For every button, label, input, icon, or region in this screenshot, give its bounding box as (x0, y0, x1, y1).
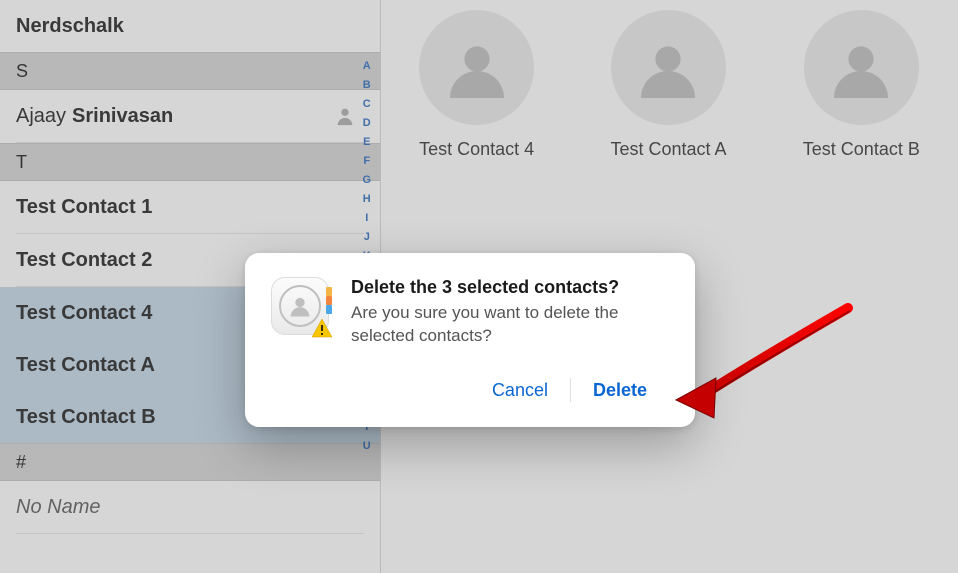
avatar-placeholder-icon (611, 10, 726, 125)
index-letter[interactable]: U (360, 440, 374, 452)
contact-row-ajaay[interactable]: Ajaay Srinivasan (0, 90, 364, 142)
index-letter[interactable]: B (360, 79, 374, 91)
card-name: Test Contact A (610, 139, 726, 160)
index-letter[interactable]: D (360, 117, 374, 129)
selected-card[interactable]: Test Contact B (803, 10, 920, 160)
card-name: Test Contact B (803, 139, 920, 160)
index-letter[interactable]: G (360, 174, 374, 186)
section-letter: T (16, 152, 27, 173)
contact-name: Test Contact 4 (16, 302, 152, 325)
section-letter: # (16, 452, 26, 473)
contacts-app-warning-icon (271, 277, 329, 335)
contact-row-noname[interactable]: No Name (0, 481, 364, 533)
contact-row-tc1[interactable]: Test Contact 1 (0, 181, 364, 233)
section-header-hash: # (0, 443, 380, 481)
contact-name: Test Contact A (16, 354, 155, 377)
avatar-placeholder-icon (804, 10, 919, 125)
selected-card[interactable]: Test Contact 4 (419, 10, 534, 160)
section-header-t: T (0, 143, 380, 181)
avatar-placeholder-icon (419, 10, 534, 125)
delete-confirm-dialog: Delete the 3 selected contacts? Are you … (245, 253, 695, 427)
delete-button[interactable]: Delete (571, 374, 669, 407)
dialog-title: Delete the 3 selected contacts? (351, 277, 669, 298)
index-letter[interactable]: E (360, 136, 374, 148)
index-letter[interactable]: C (360, 98, 374, 110)
cancel-button[interactable]: Cancel (470, 374, 570, 407)
person-icon (334, 105, 356, 127)
contact-name: Test Contact B (16, 406, 156, 429)
section-header-s: S (0, 52, 380, 90)
index-letter[interactable]: H (360, 193, 374, 205)
card-name: Test Contact 4 (419, 139, 534, 160)
contact-first: Ajaay (16, 105, 66, 128)
index-letter[interactable]: A (360, 60, 374, 72)
contact-row-nerdschalk[interactable]: Nerdschalk (0, 0, 364, 52)
section-letter: S (16, 61, 28, 82)
contact-name: No Name (16, 496, 100, 519)
warning-triangle-icon (309, 317, 335, 341)
contact-name: Test Contact 2 (16, 249, 152, 272)
contact-name: Test Contact 1 (16, 196, 152, 219)
index-letter[interactable]: I (360, 212, 374, 224)
contact-name: Nerdschalk (16, 15, 124, 38)
contact-last: Srinivasan (72, 105, 173, 128)
dialog-message: Are you sure you want to delete the sele… (351, 302, 669, 348)
index-letter[interactable]: J (360, 231, 374, 243)
index-letter[interactable]: F (360, 155, 374, 167)
selected-card[interactable]: Test Contact A (610, 10, 726, 160)
